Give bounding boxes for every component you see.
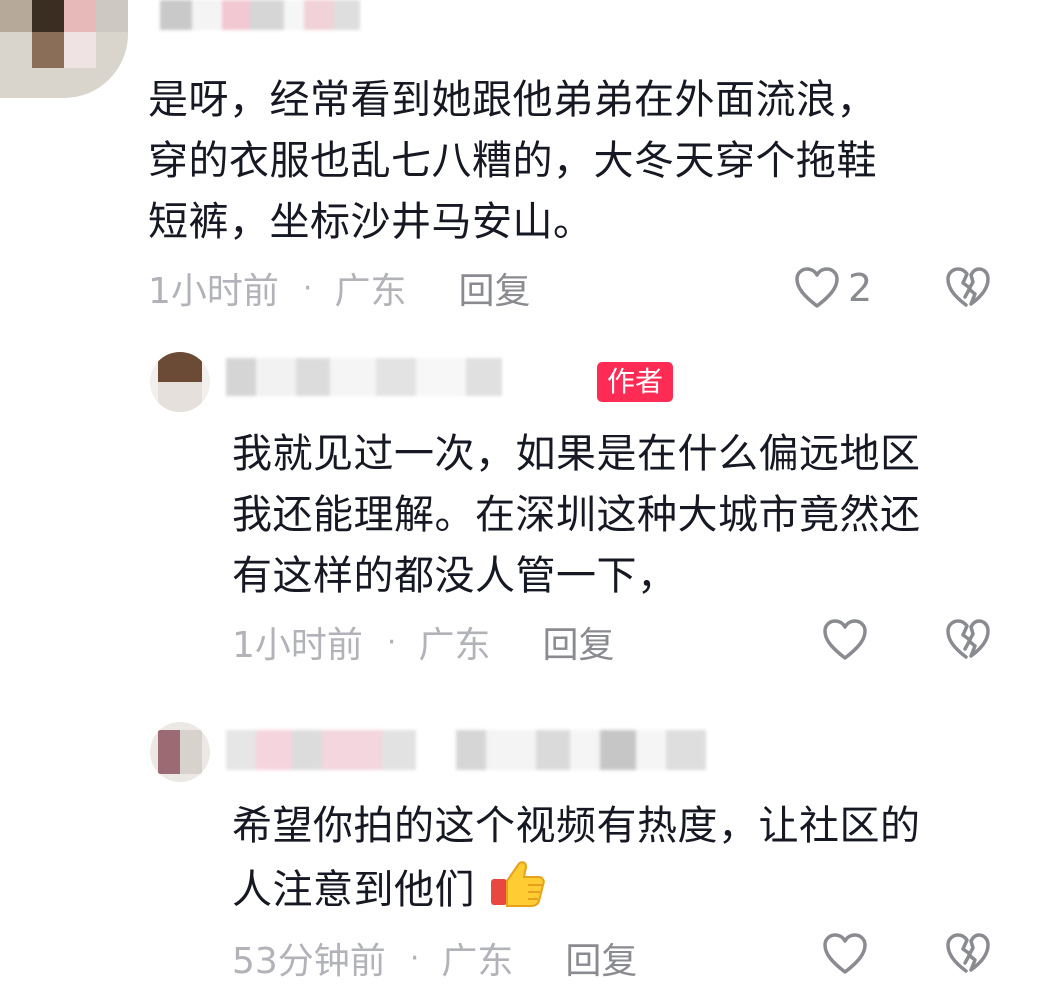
username-blurred[interactable] [226, 730, 846, 770]
author-badge: 作者 [597, 362, 674, 402]
broken-heart-icon[interactable] [944, 616, 992, 664]
broken-heart-icon[interactable] [944, 930, 992, 978]
comment-line: 我就见过一次，如果是在什么偏远地区 [232, 431, 921, 477]
heart-outline-icon [823, 933, 867, 974]
comment-text: 我就见过一次，如果是在什么偏远地区 我还能理解。在深圳这种大城市竟然还 有这样的… [232, 424, 921, 607]
comment-meta: 53分钟前 · 广东 回复 [232, 936, 637, 983]
like-count: 2 [848, 266, 873, 310]
like-button[interactable] [822, 616, 876, 664]
comment-line: 穿的衣服也乱七八糟的，大冬天穿个拖鞋 [148, 138, 877, 184]
comment-line: 有这样的都没人管一下， [232, 553, 678, 599]
comment-line: 希望你拍的这个视频有热度，让社区的 [232, 803, 921, 849]
comment-meta: 1小时前 · 广东 回复 [148, 266, 530, 313]
comment-text: 希望你拍的这个视频有热度，让社区的 人注意到他们 [232, 796, 921, 921]
comment-time: 53分钟前 [232, 941, 386, 982]
separator-dot: · [409, 940, 420, 976]
avatar[interactable] [150, 352, 210, 412]
separator-dot: · [386, 624, 397, 660]
broken-heart-icon[interactable] [944, 264, 992, 312]
thumbs-up-emoji [491, 861, 545, 907]
username-blurred[interactable] [226, 358, 586, 396]
comment-time: 1小时前 [232, 625, 363, 666]
comment-text: 是呀，经常看到她跟他弟弟在外面流浪， 穿的衣服也乱七八糟的，大冬天穿个拖鞋 短裤… [148, 70, 877, 253]
reply-button[interactable]: 回复 [565, 932, 637, 984]
username-blurred[interactable] [160, 0, 360, 30]
reply-button[interactable]: 回复 [458, 262, 530, 314]
reply-button[interactable]: 回复 [542, 616, 614, 668]
heart-outline-icon [823, 619, 867, 660]
comment-time: 1小时前 [148, 271, 279, 312]
like-button[interactable] [822, 930, 876, 978]
comment-meta: 1小时前 · 广东 回复 [232, 620, 614, 667]
comment-location: 广东 [441, 941, 514, 982]
comment-line: 人注意到他们 [232, 867, 475, 913]
comment-line: 是呀，经常看到她跟他弟弟在外面流浪， [148, 77, 877, 123]
avatar[interactable] [0, 0, 128, 98]
avatar[interactable] [150, 722, 210, 782]
separator-dot: · [302, 270, 313, 306]
heart-outline-icon [795, 267, 839, 308]
like-button[interactable]: 2 [794, 264, 872, 312]
comment-location: 广东 [418, 625, 491, 666]
comment-line: 我还能理解。在深圳这种大城市竟然还 [232, 492, 921, 538]
comment-line-with-emoji: 人注意到他们 [232, 857, 921, 921]
comment-line: 短裤，坐标沙井马安山。 [148, 199, 594, 245]
comment-location: 广东 [334, 271, 407, 312]
